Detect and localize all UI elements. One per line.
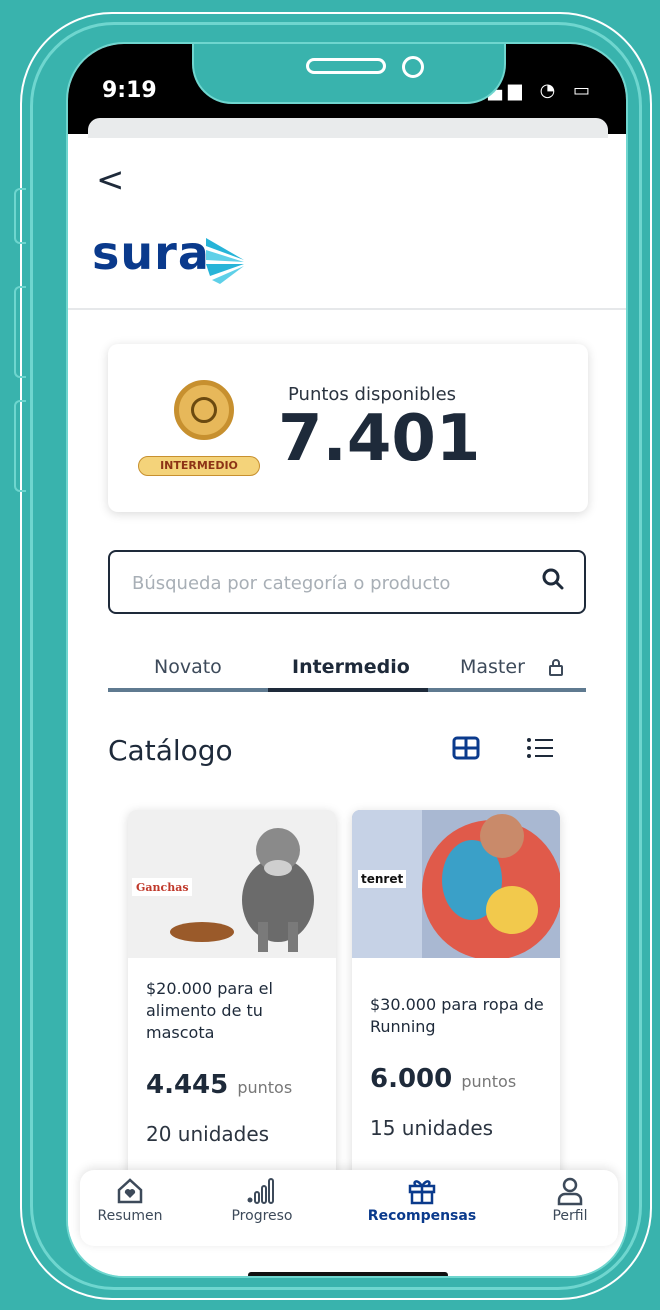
- tab-master[interactable]: Master: [460, 656, 525, 678]
- nav-perfil[interactable]: Perfil: [520, 1176, 620, 1224]
- nav-progreso[interactable]: Progreso: [212, 1176, 312, 1224]
- pet-food-image: Ganchas: [128, 810, 336, 958]
- catalog-card-pet-food[interactable]: Ganchas $20.000 para el alimento de tu m…: [128, 810, 336, 1230]
- card-points-unit: puntos: [237, 1078, 293, 1097]
- notch: [192, 44, 506, 104]
- medal-icon: [174, 380, 234, 440]
- speaker-icon: [306, 58, 386, 74]
- brand-logo: sura: [92, 226, 210, 280]
- nav-label: Perfil: [552, 1208, 588, 1224]
- card-title: $20.000 para el alimento de tu mascota: [146, 979, 273, 1042]
- card-points: 4.445 puntos: [146, 1070, 292, 1100]
- app-header: < sura: [68, 138, 626, 310]
- app-view: < sura INTERMEDIO Puntos disponibles 7.4…: [68, 138, 626, 1276]
- search-icon[interactable]: [542, 568, 564, 590]
- logo-wing-icon: [206, 238, 244, 284]
- user-icon: [557, 1177, 583, 1206]
- camera-icon: [402, 56, 424, 78]
- phone-screen: 9:19 ▂▄▆ ◔ ▭ < sura INTERMEDIO Puntos di…: [66, 42, 628, 1278]
- points-value: 7.401: [278, 402, 481, 476]
- catalog-card-running[interactable]: tenret $30.000 para ropa de Running 6.00…: [352, 810, 560, 1230]
- lock-icon: [549, 659, 563, 676]
- list-view-icon[interactable]: [526, 736, 554, 760]
- card-title: $30.000 para ropa de Running: [370, 995, 544, 1036]
- running-brand: tenret: [361, 872, 403, 886]
- nav-label: Progreso: [231, 1208, 293, 1224]
- phone-side-button: [14, 188, 26, 244]
- gift-icon: [408, 1180, 436, 1205]
- status-time: 9:19: [102, 78, 157, 103]
- points-card: INTERMEDIO Puntos disponibles 7.401: [108, 344, 588, 512]
- nav-label: Resumen: [97, 1208, 163, 1224]
- tab-active-indicator: [268, 688, 428, 692]
- tab-novato[interactable]: Novato: [154, 656, 222, 678]
- bottom-navigation: Resumen Progreso Recompensas Perfil: [80, 1170, 618, 1246]
- nav-resumen[interactable]: Resumen: [80, 1176, 180, 1224]
- home-indicator[interactable]: [248, 1272, 448, 1276]
- catalog-title: Catálogo: [108, 734, 233, 767]
- nav-label: Recompensas: [367, 1208, 477, 1224]
- search-box[interactable]: [108, 550, 586, 614]
- grid-view-icon[interactable]: [452, 736, 480, 760]
- tab-intermedio[interactable]: Intermedio: [292, 656, 410, 678]
- card-points: 6.000 puntos: [370, 1064, 516, 1094]
- search-input[interactable]: [130, 564, 504, 602]
- card-points-value: 6.000: [370, 1064, 453, 1094]
- level-badge: INTERMEDIO: [138, 456, 260, 476]
- phone-volume-down: [14, 400, 26, 492]
- running-apparel-image: tenret: [352, 810, 560, 958]
- progress-bars-icon: [247, 1178, 274, 1204]
- level-tabs: Novato Intermedio Master: [108, 646, 586, 698]
- card-units: 15 unidades: [370, 1116, 494, 1140]
- pet-food-brand: Ganchas: [136, 881, 189, 894]
- card-points-unit: puntos: [461, 1072, 517, 1091]
- card-units: 20 unidades: [146, 1122, 270, 1146]
- card-points-value: 4.445: [146, 1070, 229, 1100]
- nav-recompensas[interactable]: Recompensas: [362, 1176, 482, 1224]
- phone-volume-up: [14, 286, 26, 378]
- home-heart-icon: [117, 1178, 143, 1204]
- back-button[interactable]: <: [96, 160, 125, 200]
